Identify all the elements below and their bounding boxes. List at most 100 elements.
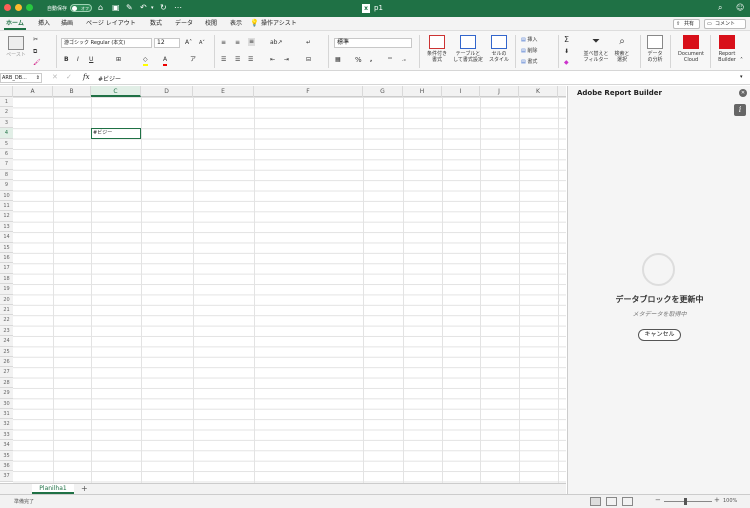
align-left-icon[interactable]: ☰ — [221, 56, 226, 64]
undo-icon[interactable]: ↶ — [140, 3, 147, 13]
row-header-20[interactable]: 20 — [0, 294, 13, 305]
tab-draw[interactable]: 描画 — [59, 19, 75, 30]
row-header-9[interactable]: 9 — [0, 180, 13, 191]
increase-font-size-icon[interactable]: A˄ — [185, 39, 192, 47]
row-header-35[interactable]: 35 — [0, 450, 13, 461]
minimize-window-button[interactable] — [15, 4, 22, 11]
conditional-formatting-button[interactable]: 条件付き 書式 — [424, 35, 450, 63]
share-button[interactable]: ⇪ 共有 — [673, 19, 700, 29]
row-header-17[interactable]: 17 — [0, 263, 13, 274]
select-all-corner[interactable] — [0, 86, 13, 97]
delete-cells-button[interactable]: ▤ 削除 — [521, 47, 537, 55]
percent-icon[interactable]: % — [355, 56, 362, 64]
row-header-37[interactable]: 37 — [0, 471, 13, 482]
tell-me-search[interactable]: 操作アシスト — [259, 19, 299, 30]
cell-grid[interactable]: #ビジー — [13, 97, 566, 483]
format-cells-button[interactable]: ▤ 書式 — [521, 58, 537, 66]
insert-cells-button[interactable]: ▤ 挿入 — [521, 36, 537, 44]
underline-icon[interactable]: U — [89, 56, 93, 64]
row-header-4[interactable]: 4 — [0, 128, 13, 139]
indent-decrease-icon[interactable]: ⇤ — [270, 56, 275, 64]
phonetic-icon[interactable]: ア — [190, 56, 196, 64]
row-header-14[interactable]: 14 — [0, 232, 13, 243]
decrease-decimal-icon[interactable]: .₀ — [402, 56, 406, 64]
save-icon[interactable]: ▣ — [112, 3, 120, 13]
confirm-entry-icon[interactable]: ✓ — [66, 73, 72, 81]
tab-data[interactable]: データ — [173, 19, 195, 30]
merge-center-icon[interactable]: ⊟ — [306, 56, 311, 64]
row-header-33[interactable]: 33 — [0, 429, 13, 441]
analyze-data-button[interactable]: データ の分析 — [645, 35, 665, 63]
page-layout-view-icon[interactable] — [606, 497, 617, 506]
align-top-icon[interactable]: ≡ — [221, 39, 226, 47]
tab-insert[interactable]: 挿入 — [36, 19, 52, 30]
copy-icon[interactable]: ⧉ — [33, 48, 37, 56]
normal-view-icon[interactable] — [590, 497, 601, 506]
row-header-26[interactable]: 26 — [0, 357, 13, 368]
autosum-icon[interactable]: Σ — [564, 36, 569, 44]
row-header-2[interactable]: 2 — [0, 107, 13, 118]
column-header-g[interactable]: G — [363, 86, 403, 97]
column-header-c[interactable]: C — [91, 86, 141, 97]
zoom-out-icon[interactable]: − — [655, 496, 661, 504]
row-header-13[interactable]: 13 — [0, 221, 13, 233]
find-select-button[interactable]: ⌕ 検索と 選択 — [612, 35, 632, 63]
number-format-dropdown[interactable]: 標準 — [334, 38, 412, 48]
format-painter-icon[interactable]: 🖌 — [33, 59, 41, 67]
column-header-j[interactable]: J — [480, 86, 519, 97]
comment-button[interactable]: ▭ コメント — [704, 19, 746, 29]
row-header-28[interactable]: 28 — [0, 377, 13, 389]
comma-style-icon[interactable]: , — [370, 56, 372, 64]
close-window-button[interactable] — [4, 4, 11, 11]
report-builder-button[interactable]: Report Builder — [714, 35, 740, 63]
edit-icon[interactable]: ✎ — [126, 3, 133, 13]
column-header-a[interactable]: A — [13, 86, 53, 97]
undo-dropdown-icon[interactable]: ▾ — [151, 3, 154, 13]
font-size-dropdown[interactable]: 12 — [154, 38, 180, 48]
row-header-19[interactable]: 19 — [0, 284, 13, 295]
row-header-25[interactable]: 25 — [0, 346, 13, 357]
cancel-entry-icon[interactable]: ✕ — [52, 73, 58, 81]
document-cloud-button[interactable]: Document Cloud — [676, 35, 706, 63]
more-icon[interactable]: ⋯ — [174, 3, 182, 13]
cancel-button[interactable]: キャンセル — [638, 329, 681, 341]
sort-filter-button[interactable]: ⏷ 並べ替えと フィルター — [581, 35, 611, 63]
row-header-16[interactable]: 16 — [0, 253, 13, 264]
cell-styles-button[interactable]: セルの スタイル — [487, 35, 511, 63]
row-header-23[interactable]: 23 — [0, 325, 13, 337]
fill-color-icon[interactable]: ◇ — [143, 56, 148, 66]
info-button[interactable]: i — [734, 104, 746, 116]
align-right-icon[interactable]: ☰ — [248, 56, 253, 64]
decrease-font-size-icon[interactable]: A˅ — [199, 39, 205, 47]
paste-button[interactable]: ペースト — [5, 36, 27, 58]
sheet-tab-planilha1[interactable]: Planilha1 — [32, 484, 74, 494]
row-header-6[interactable]: 6 — [0, 149, 13, 160]
accounting-format-icon[interactable]: ▦ — [335, 56, 341, 64]
wrap-text-icon[interactable]: ↵ — [306, 39, 311, 47]
row-header-12[interactable]: 12 — [0, 211, 13, 222]
selected-cell-c4[interactable]: #ビジー — [91, 128, 141, 139]
row-header-8[interactable]: 8 — [0, 169, 13, 181]
row-header-7[interactable]: 7 — [0, 159, 13, 170]
fill-icon[interactable]: ⬇ — [564, 48, 569, 56]
zoom-slider-thumb[interactable] — [684, 498, 687, 505]
formula-input[interactable]: #ビジー — [98, 74, 121, 83]
zoom-window-button[interactable] — [26, 4, 33, 11]
tab-review[interactable]: 校閲 — [203, 19, 219, 30]
align-center-icon[interactable]: ☰ — [235, 56, 240, 64]
insert-function-button[interactable]: fx — [83, 73, 90, 81]
bold-icon[interactable]: B — [64, 56, 69, 64]
row-header-34[interactable]: 34 — [0, 440, 13, 451]
row-header-5[interactable]: 5 — [0, 138, 13, 149]
panel-close-icon[interactable]: ✕ — [739, 89, 747, 97]
account-icon[interactable]: ☺ — [736, 3, 744, 13]
row-header-24[interactable]: 24 — [0, 336, 13, 347]
column-header-k[interactable]: K — [519, 86, 558, 97]
row-header-1[interactable]: 1 — [0, 97, 13, 108]
column-header-b[interactable]: B — [53, 86, 91, 97]
increase-decimal-icon[interactable]: ⁰⁰ — [388, 56, 392, 64]
name-box-dropdown-icon[interactable]: ⇕ — [36, 74, 40, 82]
align-middle-icon[interactable]: ≡ — [235, 39, 240, 47]
clear-icon[interactable]: ◆ — [564, 59, 569, 67]
row-header-11[interactable]: 11 — [0, 201, 13, 212]
